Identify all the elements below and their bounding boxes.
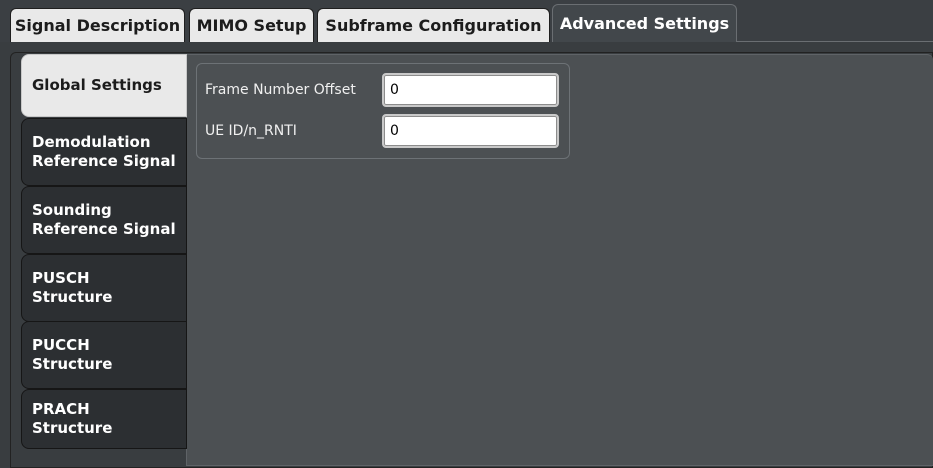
tab-advanced-settings[interactable]: Advanced Settings [552, 4, 737, 42]
sidetab-pucch-structure[interactable]: PUCCH Structure [21, 321, 187, 389]
tab-label: Advanced Settings [559, 14, 730, 33]
sidetab-label: Demodulation Reference Signal [32, 133, 176, 171]
sidetab-pusch-structure[interactable]: PUSCH Structure [21, 254, 187, 322]
tab-subframe-configuration[interactable]: Subframe Configuration [317, 8, 550, 42]
sidetab-label: PRACH Structure [32, 400, 112, 438]
sidetab-label: Global Settings [32, 76, 162, 95]
sidetab-label-line: PUSCH [32, 269, 90, 287]
sidetab-label-line: PUCCH [32, 336, 90, 354]
sidetab-label-line: Structure [32, 355, 113, 373]
sidetab-label-line: Demodulation [32, 133, 151, 151]
sidetab-label-line: PRACH [32, 400, 90, 418]
sidetab-global-settings[interactable]: Global Settings [21, 54, 187, 117]
sidetab-prach-structure[interactable]: PRACH Structure [21, 389, 187, 449]
sidetab-label-line: Structure [32, 419, 113, 437]
sidetab-label-line: Global Settings [32, 76, 162, 94]
sidetab-label: PUCCH Structure [32, 336, 112, 374]
frame-number-offset-input[interactable] [382, 73, 559, 107]
tab-signal-description[interactable]: Signal Description [10, 8, 185, 42]
tab-mimo-setup[interactable]: MIMO Setup [189, 8, 314, 42]
tab-label: MIMO Setup [196, 16, 307, 35]
sidetab-label: Sounding Reference Signal [32, 201, 176, 239]
sidetab-demodulation-reference-signal[interactable]: Demodulation Reference Signal [21, 118, 187, 186]
tab-label: Signal Description [14, 16, 181, 35]
frame-number-offset-label: Frame Number Offset [205, 82, 356, 98]
top-tab-bar: Signal Description MIMO Setup Subframe C… [0, 0, 933, 44]
sidetab-label: PUSCH Structure [32, 269, 112, 307]
sidetab-sounding-reference-signal[interactable]: Sounding Reference Signal [21, 186, 187, 254]
sidetab-label-line: Sounding [32, 201, 112, 219]
sidetab-label-line: Reference Signal [32, 220, 176, 238]
sidetab-label-line: Reference Signal [32, 152, 176, 170]
sidetab-label-line: Structure [32, 288, 113, 306]
ue-id-label: UE ID/n_RNTI [205, 123, 297, 139]
ue-id-input[interactable] [382, 114, 559, 148]
tab-label: Subframe Configuration [325, 16, 542, 35]
